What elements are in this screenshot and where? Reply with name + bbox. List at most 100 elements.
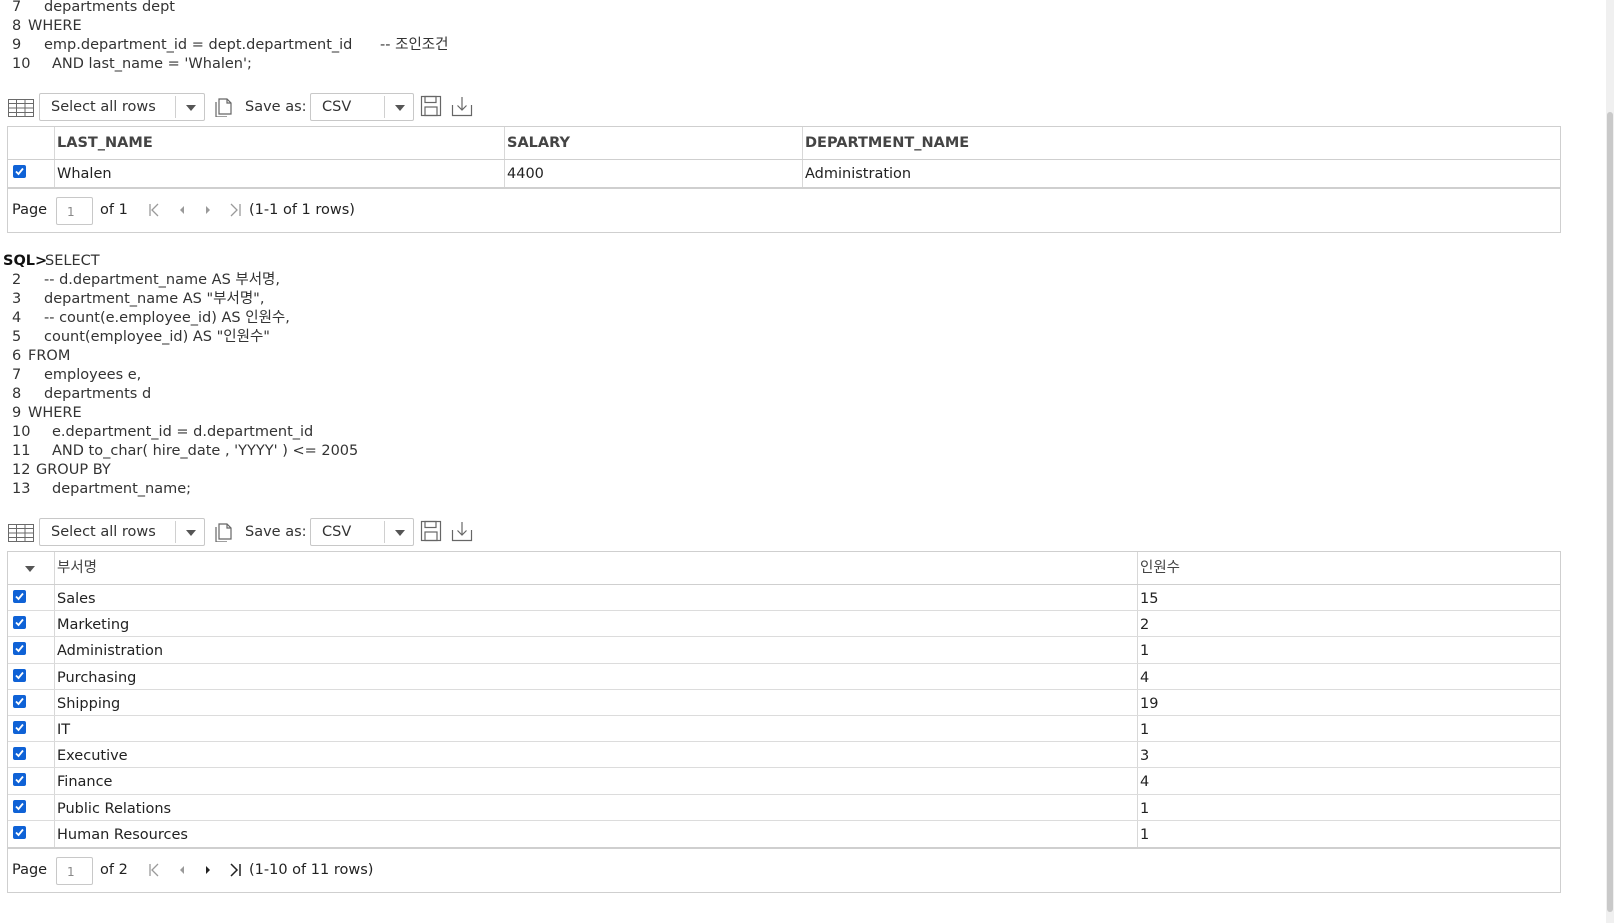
code-text: departments d <box>44 386 152 402</box>
table-row[interactable]: Sales 15 <box>8 585 1560 612</box>
code-text: count(employee_id) AS "인원수" <box>44 329 270 345</box>
line-number: 8 <box>12 386 22 402</box>
column-header-headcount[interactable]: 인원수 <box>1137 552 1180 585</box>
table-row[interactable]: Marketing 2 <box>8 611 1560 638</box>
line-number: 12 <box>12 462 31 478</box>
cell-salary: 4400 <box>507 166 544 182</box>
select-rows-label: Select all rows <box>51 524 156 540</box>
page-count: of 1 <box>100 202 128 218</box>
save-icon[interactable] <box>420 520 442 542</box>
cell-department: Purchasing <box>57 669 137 686</box>
cell-department: Finance <box>57 774 113 791</box>
cell-department: IT <box>57 721 71 738</box>
format-value: CSV <box>322 99 352 115</box>
line-number: 13 <box>12 481 31 497</box>
vertical-scrollbar[interactable] <box>1606 0 1614 923</box>
cell-headcount: 3 <box>1140 748 1150 765</box>
cell-department-name: Administration <box>805 166 912 182</box>
copy-icon[interactable] <box>213 520 235 542</box>
code-text: employees e, <box>44 367 142 383</box>
line-number: 7 <box>12 367 22 383</box>
cell-headcount: 1 <box>1140 800 1150 817</box>
table-row[interactable]: Administration 1 <box>8 637 1560 664</box>
first-page-icon[interactable] <box>148 203 162 217</box>
cell-last-name: Whalen <box>57 166 112 182</box>
table-header: LAST_NAME SALARY DEPARTMENT_NAME <box>8 127 1560 160</box>
column-header-last-name[interactable]: LAST_NAME <box>54 127 153 160</box>
row-checkbox[interactable] <box>13 616 26 630</box>
line-number: 2 <box>12 272 22 288</box>
row-checkbox[interactable] <box>13 747 26 761</box>
chevron-down-icon <box>395 105 405 111</box>
row-checkbox[interactable] <box>13 773 26 787</box>
chevron-down-icon <box>395 530 405 536</box>
row-checkbox[interactable] <box>13 165 26 178</box>
line-number: 3 <box>12 291 22 307</box>
table-row[interactable]: IT 1 <box>8 715 1560 743</box>
next-page-icon[interactable] <box>202 203 214 217</box>
grid-icon[interactable] <box>8 99 34 117</box>
line-number: 8 <box>12 18 22 34</box>
sql-prompt: SQL> <box>3 253 48 269</box>
row-checkbox[interactable] <box>13 590 26 603</box>
cell-department: Executive <box>57 748 128 765</box>
save-as-label: Save as: <box>245 524 307 540</box>
last-page-icon[interactable] <box>228 863 242 877</box>
cell-department: Human Resources <box>57 826 188 843</box>
column-menu-caret-icon[interactable] <box>25 566 35 572</box>
select-rows-dropdown[interactable]: Select all rows <box>39 518 205 546</box>
download-icon[interactable] <box>451 520 473 542</box>
save-as-label: Save as: <box>245 99 307 115</box>
table-row[interactable]: Purchasing 4 <box>8 663 1560 690</box>
column-header-department[interactable]: 부서명 <box>54 552 97 585</box>
page-input[interactable]: 1 <box>56 857 93 885</box>
table-row[interactable]: Human Resources 1 <box>8 820 1560 847</box>
last-page-icon[interactable] <box>228 203 242 217</box>
code-text: WHERE <box>28 405 82 421</box>
table-row[interactable]: Public Relations 1 <box>8 794 1560 821</box>
format-dropdown[interactable]: CSV <box>310 93 414 121</box>
code-text: GROUP BY <box>36 462 111 478</box>
code-text: emp.department_id = dept.department_id -… <box>44 37 449 53</box>
table-row[interactable]: Executive 3 <box>8 742 1560 769</box>
grid-icon[interactable] <box>8 524 34 542</box>
cell-headcount: 1 <box>1140 826 1150 843</box>
row-checkbox[interactable] <box>13 694 26 708</box>
line-number: 4 <box>12 310 22 326</box>
code-text: -- d.department_name AS 부서명, <box>44 272 281 288</box>
result2-toolbar: Select all rows Save as: CSV <box>0 518 500 548</box>
select-rows-label: Select all rows <box>51 99 156 115</box>
result1-table: LAST_NAME SALARY DEPARTMENT_NAME Whalen … <box>7 126 1561 188</box>
line-number: 7 <box>12 0 22 15</box>
cell-department: Shipping <box>57 695 121 712</box>
row-checkbox[interactable] <box>13 720 26 734</box>
download-icon[interactable] <box>451 95 473 117</box>
page-label: Page <box>12 202 48 218</box>
previous-page-icon[interactable] <box>176 863 188 877</box>
select-rows-dropdown[interactable]: Select all rows <box>39 93 205 121</box>
row-checkbox[interactable] <box>13 642 26 656</box>
row-checkbox[interactable] <box>13 799 26 813</box>
line-number: 11 <box>12 443 31 459</box>
code-text: WHERE <box>28 18 82 34</box>
column-header-salary[interactable]: SALARY <box>504 127 570 160</box>
table-body: Sales 15 Marketing 2 Administration 1 Purchasi… <box>8 585 1560 847</box>
previous-page-icon[interactable] <box>176 203 188 217</box>
code-text: AND to_char( hire_date , 'YYYY' ) <= 200… <box>52 443 359 459</box>
table-row[interactable]: Shipping 19 <box>8 689 1560 716</box>
format-dropdown[interactable]: CSV <box>310 518 414 546</box>
cell-headcount: 4 <box>1140 669 1150 686</box>
page-input[interactable]: 1 <box>56 197 93 225</box>
copy-icon[interactable] <box>213 95 235 117</box>
cell-headcount: 2 <box>1140 617 1150 634</box>
table-row[interactable]: Whalen 4400 Administration <box>8 160 1560 187</box>
first-page-icon[interactable] <box>148 863 162 877</box>
save-icon[interactable] <box>420 95 442 117</box>
scrollbar-thumb[interactable] <box>1607 112 1613 912</box>
row-checkbox[interactable] <box>13 825 26 839</box>
line-number: 9 <box>12 37 22 53</box>
row-checkbox[interactable] <box>13 668 26 682</box>
next-page-icon[interactable] <box>202 863 214 877</box>
column-header-department-name[interactable]: DEPARTMENT_NAME <box>802 127 969 160</box>
table-row[interactable]: Finance 4 <box>8 768 1560 795</box>
